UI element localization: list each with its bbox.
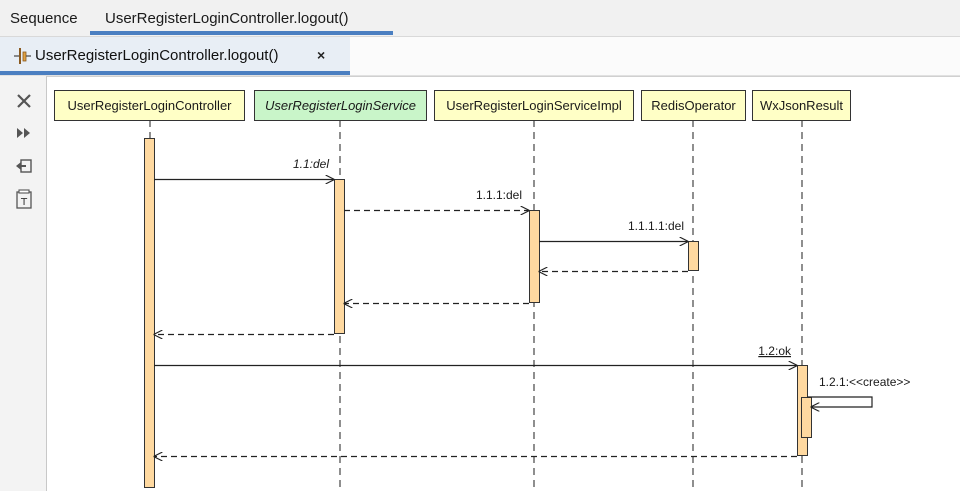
diagram-toolstrip: T	[0, 76, 47, 491]
activation-bar	[688, 241, 699, 271]
participant-label: UserRegisterLoginController	[67, 98, 232, 113]
activation-bar	[334, 179, 345, 334]
editor-tab-logout[interactable]: UserRegisterLoginController.logout() ×	[0, 37, 350, 75]
svg-text:T: T	[20, 197, 28, 208]
close-icon[interactable]	[13, 90, 35, 112]
participant-label: RedisOperator	[651, 98, 736, 113]
active-tab-indicator	[90, 31, 393, 35]
tab-sequence[interactable]: Sequence	[10, 0, 78, 36]
message-label: 1.1:del	[293, 157, 329, 171]
editor-tab-indicator	[0, 71, 350, 75]
window-tabbar: Sequence UserRegisterLoginController.log…	[0, 0, 960, 37]
participant-label: WxJsonResult	[760, 98, 843, 113]
editor-tabbar: UserRegisterLoginController.logout() ×	[0, 37, 960, 76]
sequence-diagram-canvas[interactable]: 1.1:del 1.1.1:del 1.1.1.1:del 1.2:ok 1.2.1:<…	[47, 76, 960, 492]
text-icon[interactable]: T	[13, 188, 35, 210]
message-label: 1.1.1.1:del	[628, 219, 684, 233]
restore-icon[interactable]	[13, 155, 35, 177]
participant-label: UserRegisterLoginServiceImpl	[446, 98, 622, 113]
fast-forward-icon[interactable]	[13, 122, 35, 144]
message-label: 1.2:ok	[758, 344, 792, 358]
activation-bar	[144, 138, 155, 488]
editor-tab-label: UserRegisterLoginController.logout()	[35, 47, 279, 64]
sequence-diagram-icon	[14, 48, 31, 64]
message-label: 1.2.1:<<create>>	[819, 375, 910, 389]
activation-bar	[801, 397, 812, 438]
participant-label: UserRegisterLoginService	[265, 98, 416, 113]
activation-bar	[529, 210, 540, 303]
sequence-diagram: 1.1:del 1.1.1:del 1.1.1.1:del 1.2:ok 1.2.1:<…	[54, 90, 910, 492]
self-message-arrow[interactable]	[807, 396, 873, 407]
close-icon[interactable]: ×	[317, 37, 325, 73]
message-label: 1.1.1:del	[476, 188, 522, 202]
